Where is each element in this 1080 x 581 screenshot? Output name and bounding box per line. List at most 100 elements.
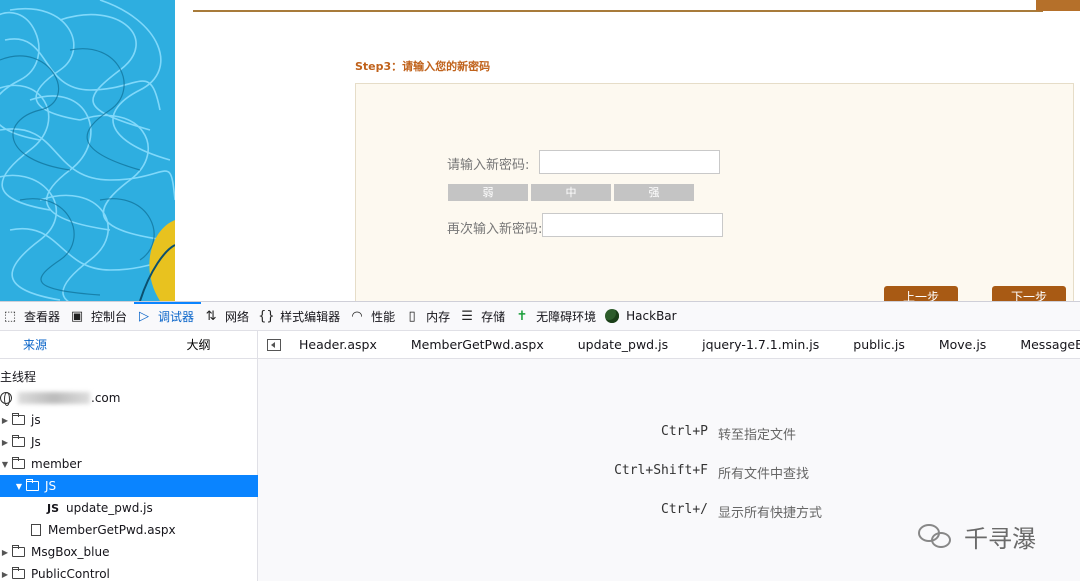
strength-medium: 中: [531, 184, 611, 201]
tab-memory[interactable]: ▯ 内存: [402, 302, 457, 331]
sidebar-toggle-icon[interactable]: [267, 338, 281, 351]
chevron-right-icon: ▶: [1, 437, 9, 447]
devtools-toolbar: ⬚ 查看器 ▣ 控制台 ▷ 调试器 ⇅ 网络 {} 样式编辑器 ◠ 性能 ▯ 内…: [0, 301, 1080, 331]
tree-thread[interactable]: 主线程: [0, 365, 258, 387]
shortcut-key: Ctrl+/: [661, 502, 708, 517]
step-title: Step3：请输入您的新密码: [355, 60, 491, 73]
folder-icon: [12, 435, 25, 447]
tree-label: js: [31, 413, 41, 427]
header-rule: [193, 10, 1043, 12]
shortcut-desc[interactable]: 转至指定文件: [718, 424, 796, 443]
watermark: 千寻瀑: [918, 519, 1036, 554]
password-strength-meter: 弱 中 强: [448, 184, 694, 201]
shortcut-desc[interactable]: 显示所有快捷方式: [718, 502, 822, 521]
style-editor-icon: {}: [258, 308, 275, 324]
folder-icon: [12, 567, 25, 579]
tab-label: 网络: [225, 309, 250, 324]
thread-label: 主线程: [0, 369, 37, 384]
storage-icon: ☰: [461, 308, 473, 324]
tab-storage[interactable]: ☰ 存储: [457, 302, 512, 331]
globe-icon: [0, 392, 12, 406]
editor-file-tabs: Header.aspx MemberGetPwd.aspx update_pwd…: [258, 331, 1080, 359]
tab-sources[interactable]: 来源: [0, 331, 140, 358]
tree-label: JS: [45, 479, 57, 493]
file-icon: [31, 524, 41, 536]
confirm-password-label: 再次输入新密码:: [447, 222, 543, 237]
console-icon: ▣: [70, 308, 84, 324]
tree-label: PublicControl: [31, 567, 110, 581]
tree-folder-publiccontrol[interactable]: ▶ PublicControl: [0, 563, 258, 581]
tab-label: HackBar: [626, 309, 677, 323]
confirm-password-input[interactable]: [542, 213, 723, 237]
tab-inspector[interactable]: ⬚ 查看器: [0, 302, 67, 331]
tab-performance[interactable]: ◠ 性能: [347, 302, 402, 331]
tree-folder-Js[interactable]: ▶ Js: [0, 431, 258, 453]
new-password-input[interactable]: [539, 150, 720, 174]
tab-network[interactable]: ⇅ 网络: [201, 302, 256, 331]
tree-label: update_pwd.js: [66, 501, 153, 515]
tree-file-update-pwd[interactable]: JS update_pwd.js: [0, 497, 258, 519]
tab-accessibility[interactable]: ✝ 无障碍环境: [512, 302, 603, 331]
watermark-text: 千寻瀑: [964, 525, 1036, 553]
js-file-icon: JS: [47, 501, 60, 515]
file-tab[interactable]: update_pwd.js: [578, 337, 668, 352]
screenshot-root: Step3：请输入您的新密码 请输入新密码: 弱 中 强 再次输入新密码: 上一…: [0, 0, 1080, 581]
file-tab[interactable]: MemberGetPwd.aspx: [411, 337, 544, 352]
chevron-down-icon: ▼: [15, 481, 23, 491]
tab-label: 控制台: [91, 309, 128, 324]
next-step-button[interactable]: 下一步: [992, 286, 1066, 301]
sources-pane: 来源 大纲 主线程 .com ▶ js ▶ Js ▼ member ▼ JS J…: [0, 331, 258, 581]
file-tab[interactable]: public.js: [853, 337, 905, 352]
tree-file-membergetpwd[interactable]: MemberGetPwd.aspx: [0, 519, 258, 541]
folder-icon: [12, 545, 25, 557]
web-page: Step3：请输入您的新密码 请输入新密码: 弱 中 强 再次输入新密码: 上一…: [0, 0, 1080, 301]
decorative-side-image: [0, 0, 175, 301]
tab-label: 样式编辑器: [280, 309, 341, 324]
tree-folder-member[interactable]: ▼ member: [0, 453, 258, 475]
chevron-right-icon: ▶: [1, 415, 9, 425]
tree-folder-js[interactable]: ▶ js: [0, 409, 258, 431]
folder-icon: [12, 413, 25, 425]
file-tab[interactable]: Move.js: [939, 337, 986, 352]
wechat-logo-icon: [918, 522, 956, 552]
tab-style-editor[interactable]: {} 样式编辑器: [256, 302, 347, 331]
tab-debugger[interactable]: ▷ 调试器: [134, 301, 202, 331]
shortcut-key: Ctrl+P: [661, 424, 708, 439]
redacted-domain: [18, 392, 90, 404]
domain-label: .com: [91, 391, 121, 405]
network-icon: ⇅: [205, 308, 217, 324]
tab-outline[interactable]: 大纲: [140, 331, 257, 358]
shortcut-desc[interactable]: 所有文件中查找: [718, 463, 809, 482]
performance-icon: ◠: [351, 308, 363, 324]
tree-label: Js: [31, 435, 41, 449]
file-tab[interactable]: Header.aspx: [299, 337, 377, 352]
accessibility-icon: ✝: [516, 308, 528, 324]
password-form: 请输入新密码: 弱 中 强 再次输入新密码: 上一步 下一步: [355, 83, 1074, 301]
tab-console[interactable]: ▣ 控制台: [67, 302, 134, 331]
tree-folder-JS[interactable]: ▼ JS: [0, 475, 258, 497]
tab-label: 性能: [371, 309, 396, 324]
chevron-down-icon: ▼: [1, 459, 9, 469]
tree-label: MsgBox_blue: [31, 545, 110, 559]
folder-icon: [26, 479, 39, 491]
shortcut-key: Ctrl+Shift+F: [614, 463, 708, 478]
tree-label: member: [31, 457, 82, 471]
file-tab[interactable]: jquery-1.7.1.min.js: [702, 337, 819, 352]
tab-label: 内存: [426, 309, 451, 324]
new-password-label: 请输入新密码:: [447, 158, 530, 173]
tab-label: 无障碍环境: [536, 309, 597, 324]
tree-domain[interactable]: .com: [0, 387, 258, 409]
hackbar-icon: [605, 309, 620, 323]
strength-weak: 弱: [448, 184, 528, 201]
prev-step-button[interactable]: 上一步: [884, 286, 958, 301]
memory-icon: ▯: [408, 308, 416, 324]
folder-icon: [12, 457, 25, 469]
file-tab[interactable]: MessageBox_scrolling: [1020, 337, 1080, 352]
chevron-right-icon: ▶: [1, 569, 9, 579]
debugger-icon: ▷: [139, 308, 150, 324]
header-corner-block: [1036, 0, 1080, 11]
tab-hackbar[interactable]: HackBar: [603, 302, 683, 331]
tree-label: MemberGetPwd.aspx: [48, 523, 176, 537]
tab-label: 调试器: [158, 309, 195, 324]
tree-folder-msgbox[interactable]: ▶ MsgBox_blue: [0, 541, 258, 563]
